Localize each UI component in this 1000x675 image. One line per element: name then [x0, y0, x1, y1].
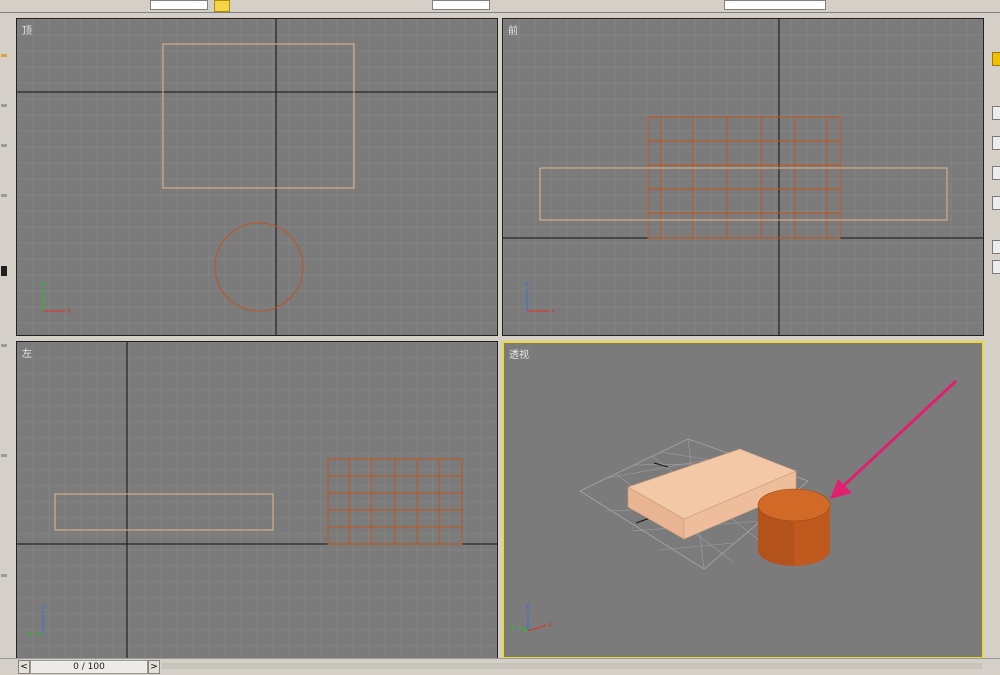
axis-tripod-icon: y x — [41, 280, 71, 315]
prev-frame-button[interactable]: < — [18, 660, 30, 674]
move-icon[interactable] — [344, 0, 360, 12]
toolbar-grip-icon[interactable] — [1, 194, 7, 197]
unlink-icon[interactable] — [94, 0, 110, 12]
viewport-front[interactable]: 前 z x — [502, 18, 984, 336]
toolbar-grip-icon[interactable] — [1, 454, 7, 457]
link-icon[interactable] — [62, 0, 78, 12]
command-panel-edge — [986, 14, 1000, 660]
select-object-icon[interactable] — [214, 0, 230, 12]
create-tab-icon[interactable] — [992, 52, 1000, 66]
box-wireframe — [539, 167, 948, 221]
toolbar-grip-icon[interactable] — [1, 104, 7, 107]
axis-x-label: x — [551, 307, 555, 315]
frame-counter[interactable]: 0 / 100 — [30, 660, 148, 674]
selection-filter-dropdown[interactable] — [150, 0, 208, 10]
rotate-icon[interactable] — [374, 0, 390, 12]
percent-snap-icon[interactable] — [600, 0, 616, 12]
next-frame-button[interactable]: > — [148, 660, 160, 674]
viewport-label[interactable]: 透视 — [509, 346, 529, 361]
viewport-label[interactable]: 顶 — [22, 22, 32, 37]
construction-grid — [17, 19, 497, 335]
viewport-front-canvas: z x — [503, 19, 983, 335]
select-by-name-icon[interactable] — [248, 0, 264, 12]
viewport-perspective[interactable]: 透视 z x y — [502, 341, 984, 659]
align-icon[interactable] — [846, 0, 862, 12]
annotation-arrow — [830, 379, 958, 499]
axis-tripod-icon: z x y — [510, 602, 552, 632]
toolbar-grip-icon[interactable] — [1, 574, 7, 577]
mirror-icon[interactable] — [694, 0, 710, 12]
axis-tripod-icon: z x — [525, 280, 555, 315]
render-icon[interactable] — [972, 0, 988, 12]
axis-x-label: x — [67, 307, 71, 315]
panel-button[interactable] — [992, 260, 1000, 274]
window-crossing-icon[interactable] — [310, 0, 326, 12]
panel-button[interactable] — [992, 136, 1000, 150]
snap-icon[interactable] — [534, 0, 550, 12]
viewport-top-canvas: y x — [17, 19, 497, 335]
box-wireframe — [54, 493, 274, 531]
panel-button[interactable] — [992, 166, 1000, 180]
angle-snap-icon[interactable] — [570, 0, 586, 12]
construction-grid — [17, 342, 497, 658]
viewport-top[interactable]: 顶 y x — [16, 18, 498, 336]
axis-x-label: x — [548, 621, 552, 629]
main-toolbar — [0, 0, 1000, 13]
undo-icon[interactable] — [28, 0, 44, 12]
axis-y-label: y — [27, 630, 31, 638]
toolbar-grip-icon[interactable] — [1, 344, 7, 347]
named-selection-sets-field[interactable] — [724, 0, 826, 10]
time-slider-bar: < 0 / 100 > — [0, 658, 1000, 675]
axis-y-label: y — [510, 623, 514, 631]
rectangular-selection-icon[interactable] — [280, 0, 296, 12]
curve-editor-icon[interactable] — [912, 0, 928, 12]
viewport-label[interactable]: 左 — [22, 345, 32, 360]
toolbar-grip-icon[interactable] — [1, 54, 7, 57]
reference-coordinate-dropdown[interactable] — [432, 0, 490, 10]
spinner-snap-icon[interactable] — [634, 0, 650, 12]
viewport-perspective-canvas: z x y — [510, 379, 958, 632]
axis-tripod-icon: z y — [27, 603, 45, 638]
layer-icon[interactable] — [874, 0, 890, 12]
toolbar-grip-icon[interactable] — [1, 144, 7, 147]
box-wireframe — [162, 43, 355, 189]
time-slider-track[interactable] — [162, 663, 982, 669]
viewport-label[interactable]: 前 — [508, 22, 518, 37]
viewport-left-canvas: z y — [17, 342, 497, 658]
material-editor-icon[interactable] — [944, 0, 960, 12]
cylinder-wireframe — [327, 458, 463, 545]
axis-z-label: z — [41, 603, 45, 611]
cylinder-wireframe — [214, 222, 304, 312]
left-toolbar — [0, 14, 14, 660]
viewport-left[interactable]: 左 z y — [16, 341, 498, 659]
construction-grid — [503, 19, 983, 335]
scale-icon[interactable] — [404, 0, 420, 12]
axis-z-label: z — [525, 280, 529, 288]
bind-space-warp-icon[interactable] — [120, 0, 136, 12]
named-selection-icon[interactable] — [664, 0, 680, 12]
panel-button[interactable] — [992, 196, 1000, 210]
axis-z-label: z — [526, 602, 530, 610]
axis-y-label: y — [41, 280, 45, 288]
panel-button[interactable] — [992, 240, 1000, 254]
toolbar-grip-icon[interactable] — [1, 266, 7, 276]
panel-button[interactable] — [992, 106, 1000, 120]
cylinder-object — [757, 488, 831, 566]
